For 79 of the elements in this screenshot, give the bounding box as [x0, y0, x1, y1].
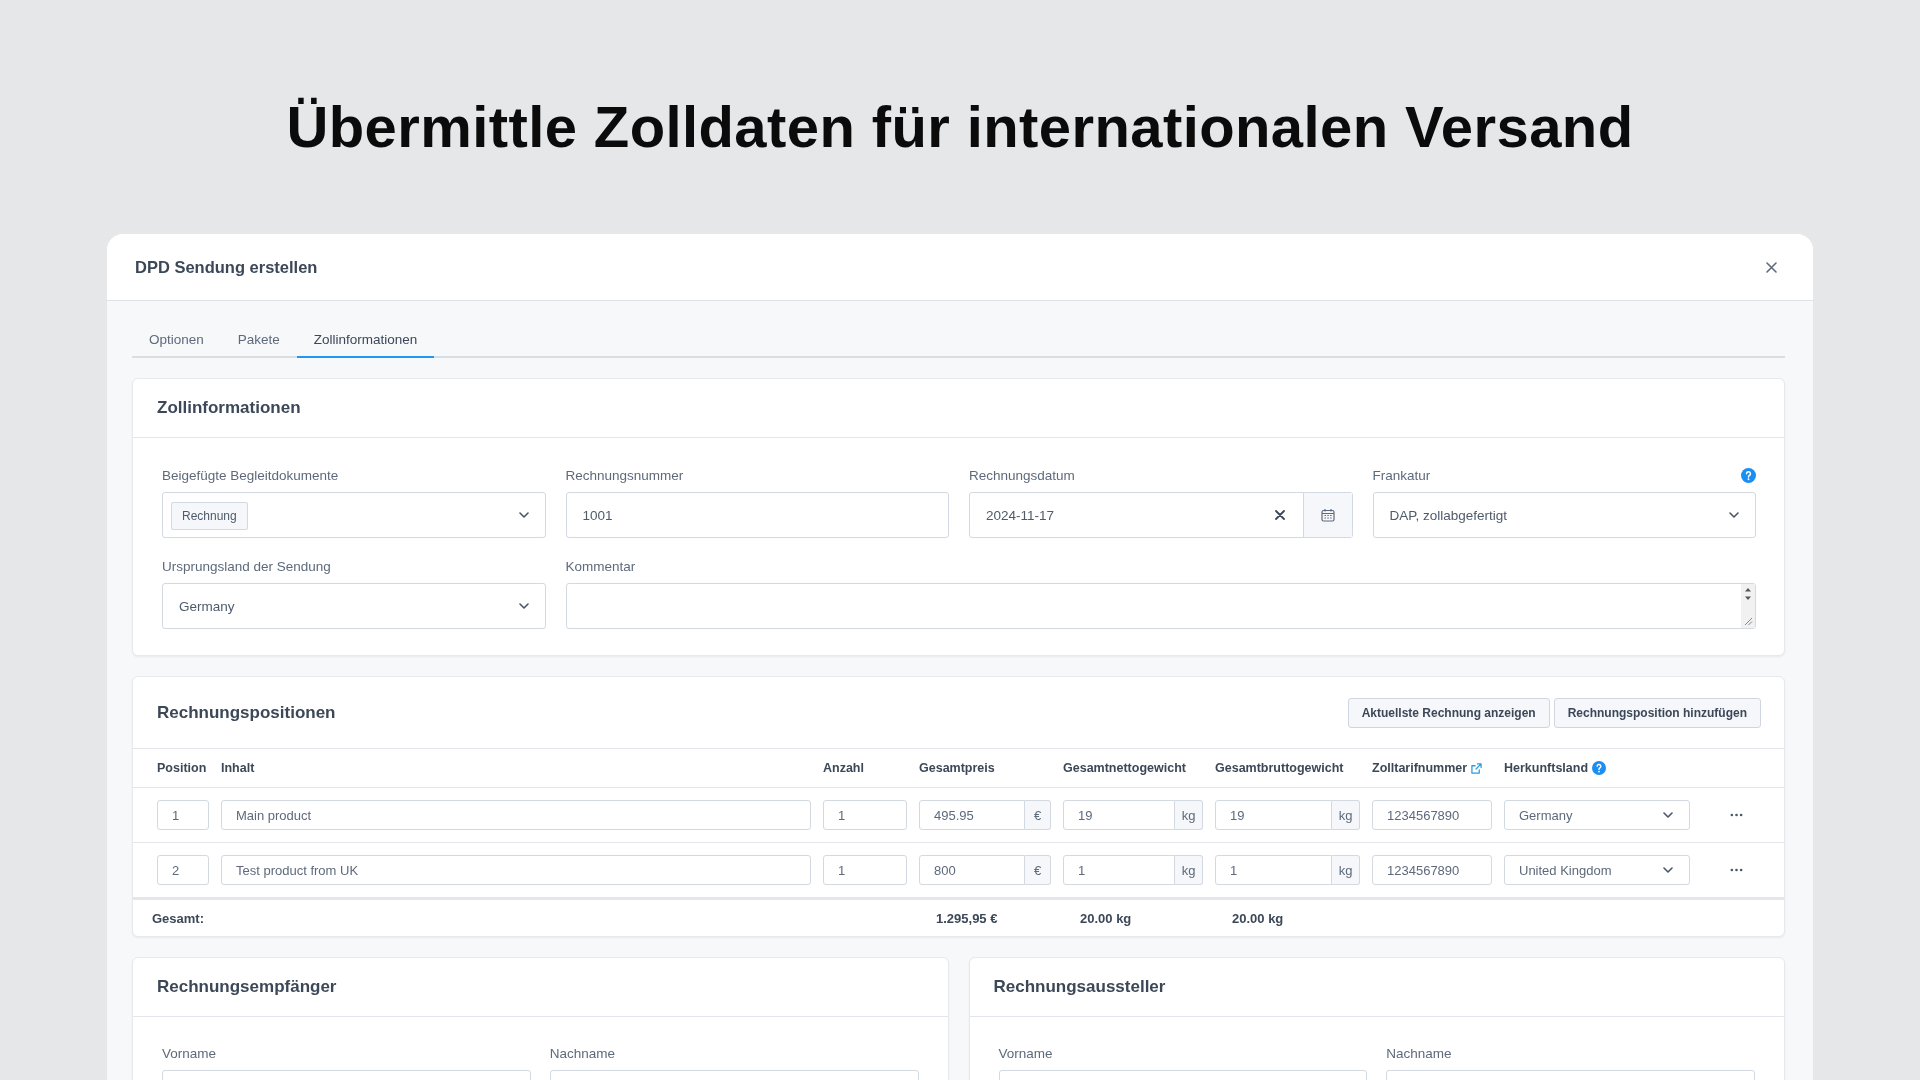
- card-title: Rechnungspositionen: [157, 702, 336, 723]
- position-field[interactable]: 2: [157, 855, 209, 885]
- help-icon[interactable]: [1741, 467, 1756, 483]
- card-title: Zollinformationen: [157, 398, 301, 418]
- field-label: Rechnungsnummer: [565, 467, 684, 483]
- price-field[interactable]: 495.95: [919, 800, 1025, 830]
- chevron-down-icon: [518, 512, 529, 518]
- currency-addon: €: [1025, 855, 1051, 885]
- content-field[interactable]: Main product: [221, 800, 811, 830]
- net-weight-field[interactable]: 19: [1063, 800, 1175, 830]
- total-price: 1.295,95 €: [935, 910, 999, 926]
- net-weight-field[interactable]: 1: [1063, 855, 1175, 885]
- column-header: Inhalt: [221, 761, 255, 775]
- tab[interactable]: Zollinformationen: [296, 322, 435, 358]
- column-header: Gesamtbruttogewicht: [1215, 761, 1344, 775]
- tab[interactable]: Optionen: [132, 322, 221, 358]
- total-label: Gesamt:: [152, 910, 206, 926]
- tab[interactable]: Pakete: [220, 322, 297, 358]
- column-header: Gesamtpreis: [919, 761, 995, 775]
- quantity-field[interactable]: 1: [823, 800, 907, 830]
- help-icon[interactable]: [1592, 761, 1607, 775]
- tariff-number-field[interactable]: 1234567890: [1372, 800, 1492, 830]
- total-gross-weight: 20.00 kg: [1231, 910, 1285, 926]
- card-title: Rechnungsaussteller: [993, 977, 1166, 997]
- column-header: Anzahl: [823, 761, 864, 775]
- field-label: Kommentar: [565, 558, 636, 574]
- total-net-weight: 20.00 kg: [1079, 910, 1133, 926]
- unit-addon: kg: [1332, 800, 1360, 830]
- document-tag: Rechnung: [171, 501, 248, 530]
- resize-handle-icon[interactable]: [1743, 617, 1753, 626]
- chevron-down-icon: [1663, 867, 1673, 873]
- content-field[interactable]: Test product from UK: [221, 855, 811, 885]
- field-label: Frankatur: [1372, 467, 1431, 483]
- close-icon[interactable]: [1766, 261, 1777, 273]
- country-select[interactable]: United Kingdom: [1504, 855, 1690, 885]
- field-label: Ursprungsland der Sendung: [162, 558, 331, 574]
- scroll-arrows-icon[interactable]: [1744, 587, 1752, 601]
- external-link-icon[interactable]: [1471, 762, 1483, 774]
- select-field[interactable]: Germany: [162, 583, 546, 629]
- gross-weight-field[interactable]: 19: [1215, 800, 1332, 830]
- field-label: Vorname: [162, 1045, 217, 1061]
- clear-icon[interactable]: [1274, 510, 1285, 520]
- more-options-icon[interactable]: [1729, 868, 1743, 872]
- chevron-down-icon: [1663, 812, 1673, 818]
- chevron-down-icon: [1729, 512, 1739, 518]
- column-header: Herkunftsland: [1504, 761, 1589, 775]
- field-label: Beigefügte Begleitdokumente: [162, 467, 339, 483]
- field-label: Rechnungsdatum: [969, 467, 1075, 483]
- column-header: Gesamtnettogewicht: [1063, 761, 1186, 775]
- scrollbar[interactable]: [1741, 584, 1755, 628]
- chevron-down-icon: [518, 603, 529, 609]
- multi-select-field[interactable]: Rechnung: [162, 492, 546, 538]
- gross-weight-field[interactable]: 1: [1215, 855, 1332, 885]
- action-button[interactable]: Rechnungsposition hinzufügen: [1553, 697, 1761, 728]
- price-field[interactable]: 800: [919, 855, 1025, 885]
- card-title: Rechnungsempfänger: [157, 977, 337, 997]
- comment-field[interactable]: [565, 583, 1756, 629]
- input-field[interactable]: 1001: [565, 492, 949, 538]
- quantity-field[interactable]: 1: [823, 855, 907, 885]
- field-label: Vorname: [998, 1045, 1053, 1061]
- calendar-icon: [1320, 508, 1335, 522]
- page-headline: Übermittle Zolldaten für internationalen Versand: [285, 93, 1635, 159]
- column-header: Position: [157, 761, 207, 775]
- action-button[interactable]: Aktuellste Rechnung anzeigen: [1347, 697, 1550, 728]
- field-label: Nachname: [1386, 1045, 1452, 1061]
- select-field[interactable]: DAP, zollabgefertigt: [1372, 492, 1756, 538]
- calendar-button[interactable]: [1302, 493, 1352, 537]
- field-label: Nachname: [549, 1045, 616, 1061]
- unit-addon: kg: [1175, 800, 1203, 830]
- position-field[interactable]: 1: [157, 800, 209, 830]
- dialog-title: DPD Sendung erstellen: [135, 257, 318, 277]
- date-field[interactable]: 2024-11-17: [969, 492, 1353, 538]
- currency-addon: €: [1025, 800, 1051, 830]
- unit-addon: kg: [1332, 855, 1360, 885]
- more-options-icon[interactable]: [1729, 813, 1743, 817]
- country-select[interactable]: Germany: [1504, 800, 1690, 830]
- tariff-number-field[interactable]: 1234567890: [1372, 855, 1492, 885]
- column-header: Zolltarifnummer: [1372, 761, 1468, 775]
- unit-addon: kg: [1175, 855, 1203, 885]
